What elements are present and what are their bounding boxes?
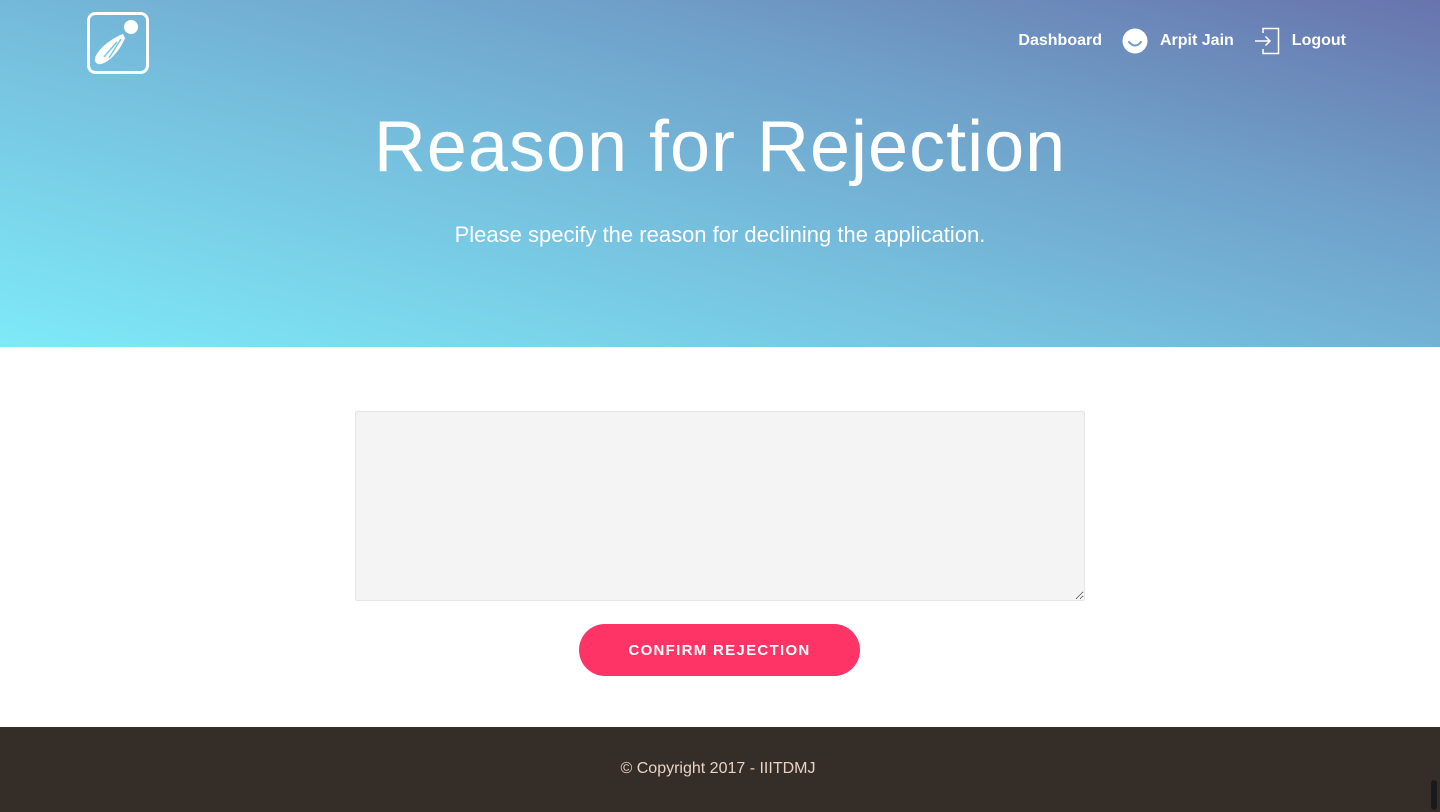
hero-banner: Dashboard Arpit Jain Logout Reason for R…: [0, 0, 1440, 347]
nav-logout-label: Logout: [1291, 32, 1346, 49]
site-logo[interactable]: [87, 12, 149, 74]
scrollbar-thumb[interactable]: [1431, 780, 1437, 810]
footer-copyright: © Copyright 2017 - IIITDMJ: [620, 760, 816, 777]
nav-user-link[interactable]: Arpit Jain: [1122, 28, 1234, 54]
confirm-rejection-button[interactable]: CONFIRM REJECTION: [579, 624, 860, 676]
nav-dashboard-label: Dashboard: [1018, 32, 1102, 49]
page-title: Reason for Rejection: [373, 107, 1067, 187]
rejection-reason-textarea[interactable]: [355, 411, 1085, 601]
page-subtitle: Please specify the reason for declining …: [454, 222, 986, 247]
smiley-icon: [1122, 28, 1148, 54]
shuttlecock-icon: [87, 12, 149, 74]
nav-user-name: Arpit Jain: [1160, 32, 1234, 49]
nav-dashboard-link[interactable]: Dashboard: [1018, 32, 1102, 50]
logout-icon: [1254, 27, 1280, 55]
nav-logout-link[interactable]: Logout: [1254, 27, 1346, 55]
site-footer: © Copyright 2017 - IIITDMJ: [0, 727, 1440, 812]
top-nav: Dashboard Arpit Jain Logout: [1018, 24, 1346, 58]
